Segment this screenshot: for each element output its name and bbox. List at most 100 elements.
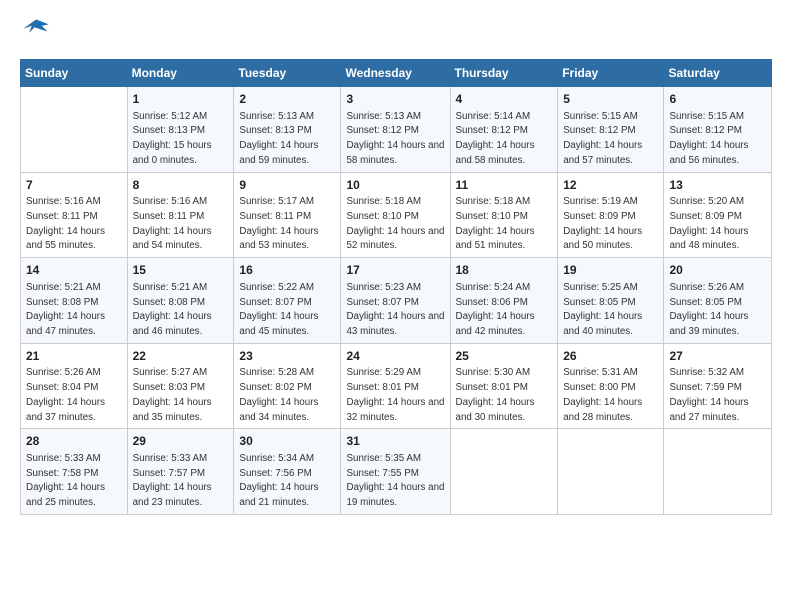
day-info: Sunrise: 5:22 AM Sunset: 8:07 PM Dayligh… <box>239 282 318 337</box>
calendar-cell <box>558 429 664 515</box>
day-number: 31 <box>346 433 444 450</box>
day-info: Sunrise: 5:24 AM Sunset: 8:06 PM Dayligh… <box>456 282 535 337</box>
calendar-cell: 1 Sunrise: 5:12 AM Sunset: 8:13 PM Dayli… <box>127 87 234 173</box>
day-number: 28 <box>26 433 122 450</box>
day-number: 20 <box>669 262 766 279</box>
day-number: 2 <box>239 91 335 108</box>
day-number: 13 <box>669 177 766 194</box>
day-number: 5 <box>563 91 658 108</box>
day-number: 12 <box>563 177 658 194</box>
day-info: Sunrise: 5:15 AM Sunset: 8:12 PM Dayligh… <box>669 111 748 166</box>
calendar-header-monday: Monday <box>127 60 234 87</box>
header <box>20 16 772 49</box>
day-info: Sunrise: 5:26 AM Sunset: 8:04 PM Dayligh… <box>26 367 105 422</box>
day-info: Sunrise: 5:30 AM Sunset: 8:01 PM Dayligh… <box>456 367 535 422</box>
calendar-cell: 6 Sunrise: 5:15 AM Sunset: 8:12 PM Dayli… <box>664 87 772 173</box>
calendar-header-wednesday: Wednesday <box>341 60 450 87</box>
day-info: Sunrise: 5:19 AM Sunset: 8:09 PM Dayligh… <box>563 196 642 251</box>
calendar-cell: 16 Sunrise: 5:22 AM Sunset: 8:07 PM Dayl… <box>234 258 341 344</box>
logo <box>20 16 50 49</box>
calendar-cell: 10 Sunrise: 5:18 AM Sunset: 8:10 PM Dayl… <box>341 172 450 258</box>
day-info: Sunrise: 5:33 AM Sunset: 7:57 PM Dayligh… <box>133 453 212 508</box>
day-info: Sunrise: 5:17 AM Sunset: 8:11 PM Dayligh… <box>239 196 318 251</box>
calendar-cell: 9 Sunrise: 5:17 AM Sunset: 8:11 PM Dayli… <box>234 172 341 258</box>
calendar-header-friday: Friday <box>558 60 664 87</box>
calendar-cell <box>664 429 772 515</box>
calendar-cell: 8 Sunrise: 5:16 AM Sunset: 8:11 PM Dayli… <box>127 172 234 258</box>
day-info: Sunrise: 5:33 AM Sunset: 7:58 PM Dayligh… <box>26 453 105 508</box>
day-number: 3 <box>346 91 444 108</box>
day-info: Sunrise: 5:18 AM Sunset: 8:10 PM Dayligh… <box>456 196 535 251</box>
calendar-cell: 12 Sunrise: 5:19 AM Sunset: 8:09 PM Dayl… <box>558 172 664 258</box>
calendar-cell: 22 Sunrise: 5:27 AM Sunset: 8:03 PM Dayl… <box>127 343 234 429</box>
day-info: Sunrise: 5:13 AM Sunset: 8:13 PM Dayligh… <box>239 111 318 166</box>
calendar-cell: 15 Sunrise: 5:21 AM Sunset: 8:08 PM Dayl… <box>127 258 234 344</box>
day-info: Sunrise: 5:35 AM Sunset: 7:55 PM Dayligh… <box>346 453 444 508</box>
calendar-cell: 24 Sunrise: 5:29 AM Sunset: 8:01 PM Dayl… <box>341 343 450 429</box>
day-info: Sunrise: 5:18 AM Sunset: 8:10 PM Dayligh… <box>346 196 444 251</box>
day-number: 9 <box>239 177 335 194</box>
calendar-header-sunday: Sunday <box>21 60 128 87</box>
day-info: Sunrise: 5:12 AM Sunset: 8:13 PM Dayligh… <box>133 111 212 166</box>
day-number: 25 <box>456 348 553 365</box>
calendar-cell: 29 Sunrise: 5:33 AM Sunset: 7:57 PM Dayl… <box>127 429 234 515</box>
day-number: 30 <box>239 433 335 450</box>
day-number: 15 <box>133 262 229 279</box>
day-info: Sunrise: 5:23 AM Sunset: 8:07 PM Dayligh… <box>346 282 444 337</box>
calendar-cell: 28 Sunrise: 5:33 AM Sunset: 7:58 PM Dayl… <box>21 429 128 515</box>
day-number: 4 <box>456 91 553 108</box>
day-number: 26 <box>563 348 658 365</box>
day-number: 17 <box>346 262 444 279</box>
day-info: Sunrise: 5:21 AM Sunset: 8:08 PM Dayligh… <box>133 282 212 337</box>
day-number: 6 <box>669 91 766 108</box>
day-number: 23 <box>239 348 335 365</box>
calendar-header-tuesday: Tuesday <box>234 60 341 87</box>
day-number: 24 <box>346 348 444 365</box>
day-info: Sunrise: 5:20 AM Sunset: 8:09 PM Dayligh… <box>669 196 748 251</box>
day-number: 8 <box>133 177 229 194</box>
calendar-header-row: SundayMondayTuesdayWednesdayThursdayFrid… <box>21 60 772 87</box>
page: SundayMondayTuesdayWednesdayThursdayFrid… <box>0 0 792 525</box>
day-number: 19 <box>563 262 658 279</box>
day-info: Sunrise: 5:13 AM Sunset: 8:12 PM Dayligh… <box>346 111 444 166</box>
calendar-cell: 5 Sunrise: 5:15 AM Sunset: 8:12 PM Dayli… <box>558 87 664 173</box>
day-info: Sunrise: 5:25 AM Sunset: 8:05 PM Dayligh… <box>563 282 642 337</box>
calendar-cell: 13 Sunrise: 5:20 AM Sunset: 8:09 PM Dayl… <box>664 172 772 258</box>
calendar-cell: 7 Sunrise: 5:16 AM Sunset: 8:11 PM Dayli… <box>21 172 128 258</box>
calendar-cell: 2 Sunrise: 5:13 AM Sunset: 8:13 PM Dayli… <box>234 87 341 173</box>
calendar-cell: 14 Sunrise: 5:21 AM Sunset: 8:08 PM Dayl… <box>21 258 128 344</box>
calendar-cell: 19 Sunrise: 5:25 AM Sunset: 8:05 PM Dayl… <box>558 258 664 344</box>
calendar-table: SundayMondayTuesdayWednesdayThursdayFrid… <box>20 59 772 515</box>
day-number: 1 <box>133 91 229 108</box>
day-info: Sunrise: 5:32 AM Sunset: 7:59 PM Dayligh… <box>669 367 748 422</box>
calendar-cell: 17 Sunrise: 5:23 AM Sunset: 8:07 PM Dayl… <box>341 258 450 344</box>
day-number: 11 <box>456 177 553 194</box>
calendar-week-row: 1 Sunrise: 5:12 AM Sunset: 8:13 PM Dayli… <box>21 87 772 173</box>
day-info: Sunrise: 5:26 AM Sunset: 8:05 PM Dayligh… <box>669 282 748 337</box>
calendar-cell: 4 Sunrise: 5:14 AM Sunset: 8:12 PM Dayli… <box>450 87 558 173</box>
calendar-cell: 20 Sunrise: 5:26 AM Sunset: 8:05 PM Dayl… <box>664 258 772 344</box>
calendar-cell: 21 Sunrise: 5:26 AM Sunset: 8:04 PM Dayl… <box>21 343 128 429</box>
day-number: 10 <box>346 177 444 194</box>
day-info: Sunrise: 5:16 AM Sunset: 8:11 PM Dayligh… <box>133 196 212 251</box>
calendar-week-row: 21 Sunrise: 5:26 AM Sunset: 8:04 PM Dayl… <box>21 343 772 429</box>
logo-bird-icon <box>22 16 50 44</box>
calendar-cell: 18 Sunrise: 5:24 AM Sunset: 8:06 PM Dayl… <box>450 258 558 344</box>
day-number: 16 <box>239 262 335 279</box>
calendar-header-saturday: Saturday <box>664 60 772 87</box>
calendar-cell: 26 Sunrise: 5:31 AM Sunset: 8:00 PM Dayl… <box>558 343 664 429</box>
day-info: Sunrise: 5:15 AM Sunset: 8:12 PM Dayligh… <box>563 111 642 166</box>
calendar-week-row: 28 Sunrise: 5:33 AM Sunset: 7:58 PM Dayl… <box>21 429 772 515</box>
day-number: 21 <box>26 348 122 365</box>
calendar-cell: 30 Sunrise: 5:34 AM Sunset: 7:56 PM Dayl… <box>234 429 341 515</box>
day-info: Sunrise: 5:29 AM Sunset: 8:01 PM Dayligh… <box>346 367 444 422</box>
calendar-cell: 23 Sunrise: 5:28 AM Sunset: 8:02 PM Dayl… <box>234 343 341 429</box>
calendar-cell: 31 Sunrise: 5:35 AM Sunset: 7:55 PM Dayl… <box>341 429 450 515</box>
calendar-cell: 25 Sunrise: 5:30 AM Sunset: 8:01 PM Dayl… <box>450 343 558 429</box>
day-number: 27 <box>669 348 766 365</box>
calendar-cell <box>21 87 128 173</box>
calendar-header-thursday: Thursday <box>450 60 558 87</box>
calendar-week-row: 14 Sunrise: 5:21 AM Sunset: 8:08 PM Dayl… <box>21 258 772 344</box>
day-number: 18 <box>456 262 553 279</box>
calendar-cell <box>450 429 558 515</box>
